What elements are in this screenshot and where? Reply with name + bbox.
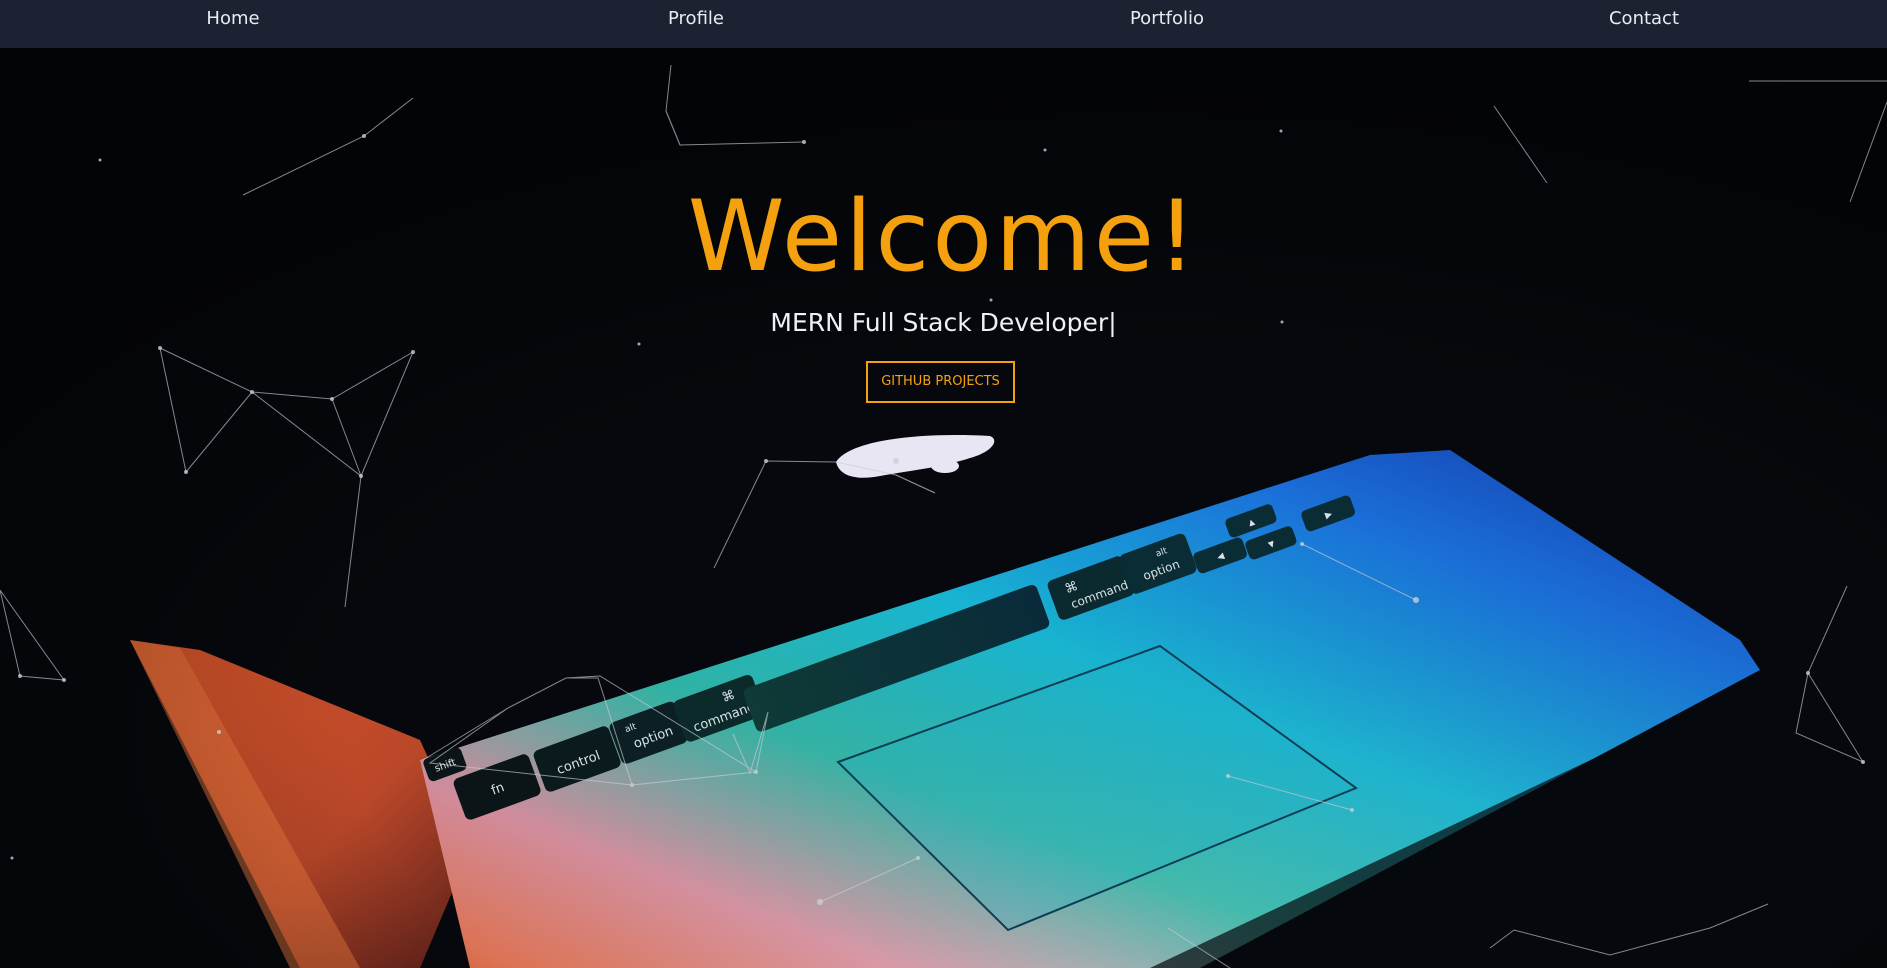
nav-portfolio[interactable]: Portfolio — [1130, 8, 1204, 29]
nav-profile[interactable]: Profile — [668, 8, 724, 29]
hero-title: Welcome! — [687, 180, 1200, 294]
nav-contact[interactable]: Contact — [1609, 8, 1679, 29]
hero: Welcome! MERN Full Stack Developer| GITH… — [0, 48, 1887, 968]
page: Home Profile Portfolio Contact Welcome! … — [0, 0, 1887, 968]
github-projects-button[interactable]: GITHUB PROJECTS — [866, 361, 1015, 403]
nav-home[interactable]: Home — [206, 8, 259, 29]
hero-subtitle: MERN Full Stack Developer| — [770, 308, 1117, 337]
navbar: Home Profile Portfolio Contact — [0, 0, 1887, 48]
